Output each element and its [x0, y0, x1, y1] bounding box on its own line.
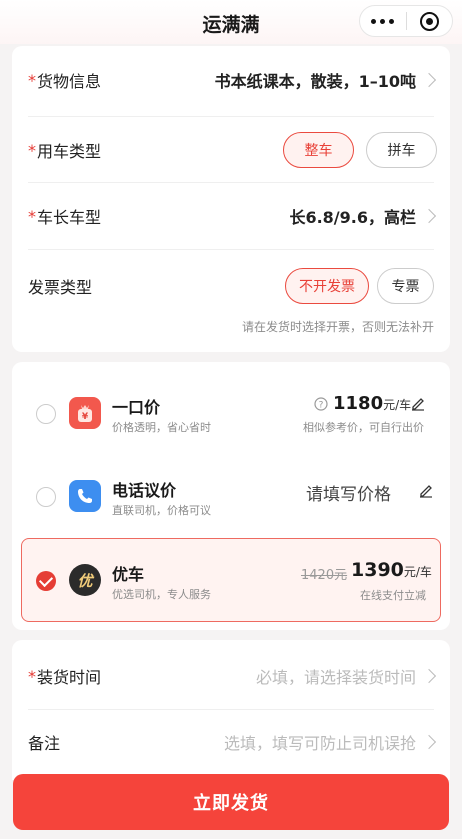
price-unit: 元/车 [383, 398, 412, 412]
cargo-info-card: * 货物信息 书本纸课本，散装，1–10吨 * 用车类型 整车 拼车 * 车长车… [12, 46, 450, 352]
price-unit: 元/车 [403, 565, 432, 579]
remark-label: 备注 [28, 734, 61, 753]
chevron-right-icon [421, 734, 437, 750]
vehicle-type-option-share[interactable]: 拼车 [366, 132, 437, 168]
target-icon [419, 11, 439, 31]
remark-placeholder: 选填，填写可防止司机误抢 [223, 734, 416, 753]
divider [28, 116, 434, 117]
pricing-option-youche[interactable]: 优 优车 优选司机，专人服务 1420元 1390元/车 在线支付立减 [21, 538, 441, 622]
goods-info-value: 书本纸课本，散装，1–10吨 [214, 72, 416, 91]
submit-shipment-button[interactable]: 立即发货 [13, 774, 449, 830]
divider [28, 249, 434, 250]
vehicle-type-option-full[interactable]: 整车 [283, 132, 354, 168]
dot-icon [371, 18, 377, 24]
youche-logo-text: 优 [77, 571, 93, 590]
vehicle-length-row[interactable]: * 车长车型 长6.8/9.6，高栏 [28, 204, 437, 228]
edit-pencil-icon[interactable] [418, 482, 434, 498]
pricing-radio-fixed[interactable] [36, 404, 56, 424]
required-mark: * [28, 666, 36, 686]
pricing-radio-youche[interactable] [36, 571, 56, 591]
required-mark: * [28, 206, 36, 226]
load-time-placeholder: 必填，请选择装货时间 [255, 668, 416, 687]
goods-info-row[interactable]: * 货物信息 书本纸课本，散装，1–10吨 [28, 68, 437, 92]
svg-text:?: ? [319, 401, 324, 411]
schedule-card: * 装货时间 必填，请选择装货时间 备注 选填，填写可防止司机误抢 [12, 640, 450, 780]
help-icon[interactable]: ? [314, 397, 328, 411]
yen-bag-icon: ¥ [69, 397, 101, 429]
vehicle-type-label: 用车类型 [37, 142, 102, 161]
load-time-label: 装货时间 [37, 668, 102, 687]
pricing-title-phone: 电话议价 [112, 481, 177, 500]
remark-row[interactable]: 备注 选填，填写可防止司机误抢 [28, 730, 437, 754]
top-bar: 运满满 [0, 0, 462, 44]
dot-icon [380, 18, 386, 24]
invoice-type-label: 发票类型 [28, 278, 93, 297]
mini-program-capsule [359, 5, 453, 37]
pricing-radio-phone[interactable] [36, 487, 56, 507]
pricing-card: ¥ 一口价 价格透明，省心省时 ? 1180元/车 相似参考价，可自行出价 电话… [12, 362, 450, 630]
vehicle-length-label: 车长车型 [37, 208, 102, 227]
divider [28, 709, 434, 710]
price-number: 1180 [333, 393, 384, 414]
load-time-row[interactable]: * 装货时间 必填，请选择装货时间 [28, 664, 437, 688]
pricing-subtitle-fixed: 价格透明，省心省时 [112, 421, 211, 434]
pricing-youche-price: 1390元/车 [351, 559, 432, 581]
dot-icon [389, 18, 395, 24]
goods-info-label: 货物信息 [37, 72, 102, 91]
pricing-note-fixed: 相似参考价，可自行出价 [303, 421, 424, 434]
vehicle-length-value: 长6.8/9.6，高栏 [289, 208, 416, 227]
close-mini-program-button[interactable] [407, 11, 453, 31]
required-mark: * [28, 70, 36, 90]
youche-original-price: 1420元 [301, 568, 348, 583]
chevron-right-icon [421, 208, 437, 224]
divider [28, 182, 434, 183]
svg-text:¥: ¥ [82, 412, 89, 422]
pricing-subtitle-phone: 直联司机，价格可议 [112, 504, 211, 517]
edit-pencil-icon[interactable] [410, 395, 426, 411]
pricing-option-fixed[interactable]: ¥ 一口价 价格透明，省心省时 ? 1180元/车 相似参考价，可自行出价 [12, 362, 450, 454]
chevron-right-icon [421, 668, 437, 684]
youche-logo: 优 [69, 564, 101, 596]
more-menu-button[interactable] [360, 18, 406, 24]
phone-price-input[interactable]: 请填写价格 [306, 480, 391, 505]
pricing-note-youche: 在线支付立减 [360, 589, 426, 602]
pricing-subtitle-youche: 优选司机，专人服务 [112, 588, 211, 601]
chevron-right-icon [421, 72, 437, 88]
required-mark: * [28, 140, 36, 160]
pricing-fixed-price: 1180元/车 [333, 393, 411, 414]
pricing-title-fixed: 一口价 [112, 398, 161, 417]
invoice-type-row: 发票类型 [28, 274, 434, 298]
invoice-option-special[interactable]: 专票 [377, 268, 434, 304]
pricing-option-phone[interactable]: 电话议价 直联司机，价格可议 请填写价格 [12, 454, 450, 538]
phone-icon [69, 480, 101, 512]
invoice-option-none[interactable]: 不开发票 [285, 268, 369, 304]
invoice-hint: 请在发货时选择开票，否则无法补开 [241, 320, 434, 334]
pricing-title-youche: 优车 [112, 565, 145, 584]
price-number: 1390 [351, 559, 404, 581]
